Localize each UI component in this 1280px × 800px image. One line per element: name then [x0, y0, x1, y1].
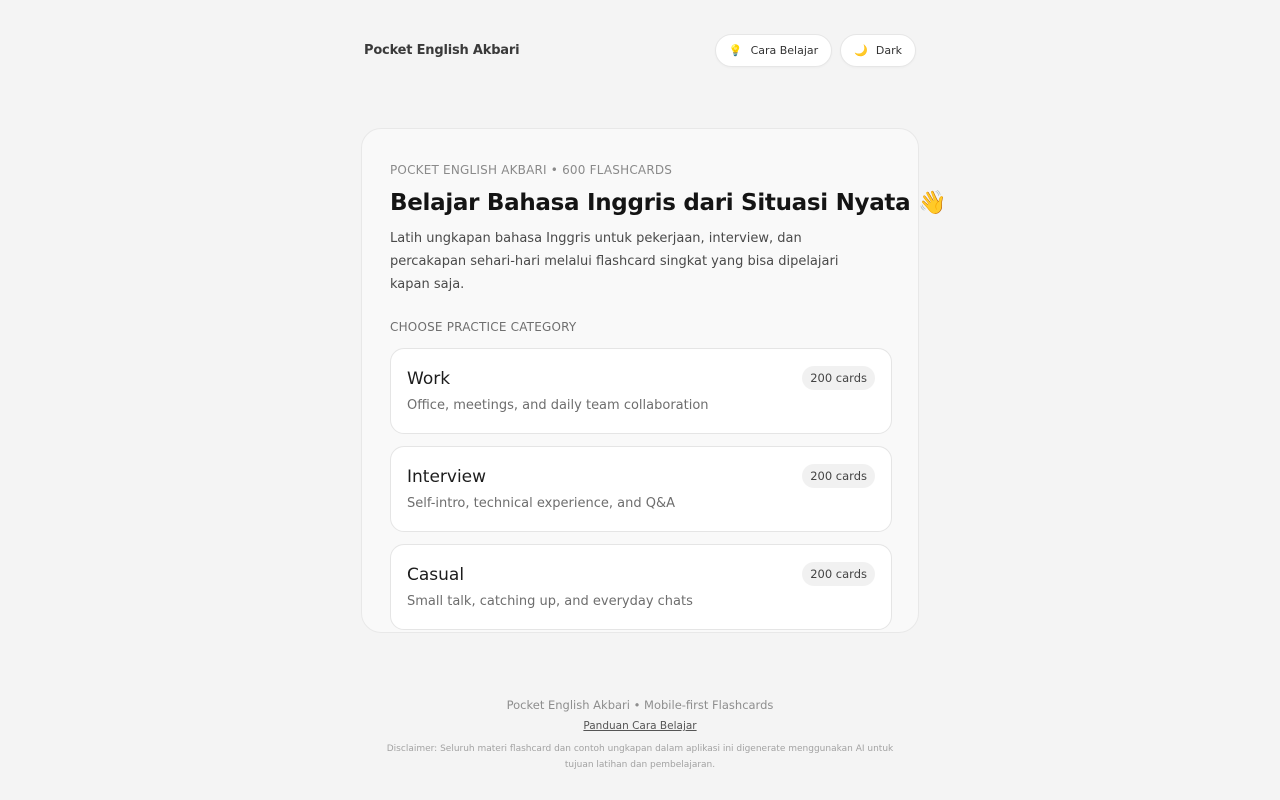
category-subtitle: Self-intro, technical experience, and Q&…	[407, 496, 676, 511]
category-subtitle: Office, meetings, and daily team collabo…	[407, 398, 709, 413]
header-actions: 💡 Cara Belajar 🌙 Dark	[714, 33, 916, 67]
intro-description: Latih ungkapan bahasa Inggris untuk peke…	[390, 231, 839, 292]
intro-card: POCKET ENGLISH AKBARI • 600 FLASHCARDS B…	[361, 128, 947, 633]
category-work[interactable]: Work Office, meetings, and daily team co…	[390, 348, 892, 434]
lightbulb-icon: 💡	[728, 43, 743, 57]
page-title-text: Belajar Bahasa Inggris dari Situasi Nyat…	[390, 190, 911, 216]
eyebrow-text: POCKET ENGLISH AKBARI • 600 FLASHCARDS	[390, 163, 673, 177]
page: Pocket English Akbari 💡 Cara Belajar 🌙 D…	[0, 0, 1280, 800]
guide-link[interactable]: Panduan Cara Belajar	[583, 720, 696, 732]
category-list: Work Office, meetings, and daily team co…	[390, 348, 892, 630]
guide-button-label: Cara Belajar	[750, 43, 819, 57]
footer: Pocket English Akbari • Mobile-first Fla…	[360, 698, 920, 773]
card-count-badge: 200 cards	[802, 366, 875, 390]
brand-name[interactable]: Pocket English Akbari	[364, 43, 520, 58]
category-subtitle: Small talk, catching up, and everyday ch…	[407, 594, 693, 609]
moon-icon: 🌙	[854, 43, 868, 57]
disclaimer-text: Disclaimer: Seluruh materi flashcard dan…	[386, 744, 894, 770]
footer-tagline: Pocket English Akbari • Mobile-first Fla…	[506, 698, 774, 712]
top-bar: Pocket English Akbari 💡 Cara Belajar 🌙 D…	[364, 33, 916, 67]
category-casual[interactable]: Casual Small talk, catching up, and ever…	[390, 544, 892, 630]
card-count-badge: 200 cards	[802, 562, 875, 586]
guide-button[interactable]: 💡 Cara Belajar	[714, 33, 833, 67]
waving-hand-icon: 👋	[918, 190, 947, 216]
theme-toggle-button[interactable]: 🌙 Dark	[840, 33, 916, 67]
category-interview[interactable]: Interview Self-intro, technical experien…	[390, 446, 892, 532]
card-count-badge: 200 cards	[802, 464, 875, 488]
theme-toggle-label: Dark	[875, 43, 902, 57]
page-title: Belajar Bahasa Inggris dari Situasi Nyat…	[390, 189, 947, 221]
category-section-label: CHOOSE PRACTICE CATEGORY	[390, 320, 577, 334]
